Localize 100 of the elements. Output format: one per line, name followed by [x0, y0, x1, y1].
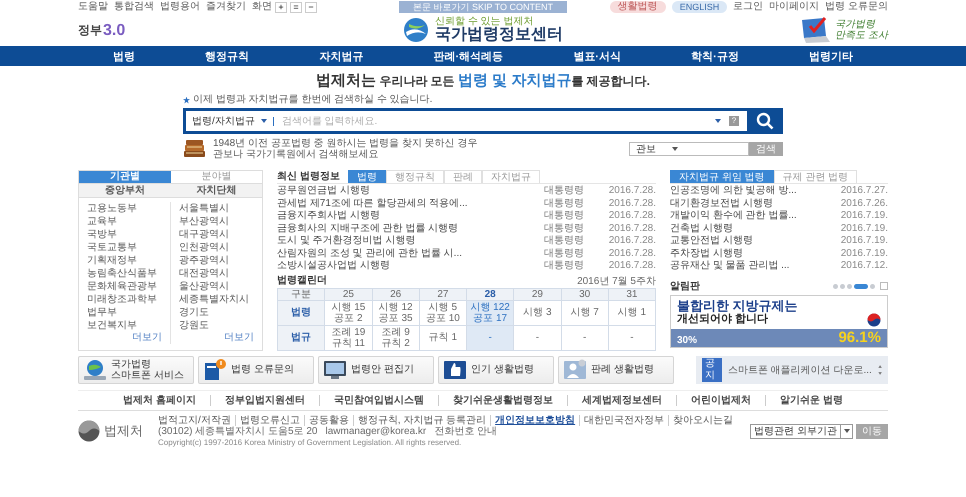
nav-item[interactable]: 행정규칙	[205, 48, 250, 64]
organization-link[interactable]: 인천광역시	[179, 241, 254, 254]
calendar-cell[interactable]: -	[561, 325, 608, 350]
tab[interactable]: 법령	[348, 170, 386, 183]
calendar-cell[interactable]: 시행 1	[608, 300, 656, 325]
calendar-cell[interactable]: -	[514, 325, 561, 350]
organization-link[interactable]: 농림축산식품부	[87, 267, 162, 280]
phone-link[interactable]: 전화번호 안내	[434, 426, 498, 438]
zoom-button[interactable]: =	[290, 2, 302, 12]
law-link[interactable]: 공무원연금법 시행령	[277, 185, 544, 198]
page-dot[interactable]	[847, 284, 852, 288]
top-link[interactable]: 법령용어	[160, 1, 200, 13]
law-link[interactable]: 교통안전법 시행령	[670, 235, 830, 248]
footer-link[interactable]: 공동활용	[304, 414, 353, 426]
site-select[interactable]: 법령관련 외부기관	[750, 424, 853, 438]
quick-link-button[interactable]: 국가법령 스마트폰 서비스	[78, 356, 194, 384]
calendar-cell[interactable]: 시행 3	[514, 300, 561, 325]
notice-link[interactable]: 스마트폰 애플리케이션 다운로...	[728, 362, 872, 376]
top-link[interactable]: 생활법령	[610, 1, 666, 13]
page-dot[interactable]	[840, 284, 845, 288]
search-button[interactable]	[747, 108, 783, 134]
panel-tab[interactable]: 기관별	[79, 171, 170, 184]
footer-link[interactable]: 개인정보보호방침	[490, 414, 580, 426]
calendar-cell[interactable]: -	[466, 325, 514, 350]
law-link[interactable]: 관세법 제71조에 따른 할당관세의 적용에...	[277, 198, 544, 210]
footer-link[interactable]: 대한민국전자정부	[579, 414, 668, 426]
law-link[interactable]: 주차장법 시행령	[670, 248, 830, 260]
top-link[interactable]: 로그인	[733, 1, 764, 13]
organization-link[interactable]: 국방부	[87, 228, 162, 241]
quick-link-button[interactable]: 판례 생활법령	[558, 356, 674, 384]
top-link[interactable]: 통합검색	[114, 1, 154, 13]
more-link[interactable]: 더보기	[132, 332, 162, 344]
source-select[interactable]: 관보	[629, 142, 749, 156]
organization-link[interactable]: 국토교통부	[87, 241, 162, 254]
law-link[interactable]: 공유재산 및 물품 관리법 ...	[670, 260, 830, 272]
law-link[interactable]: 도시 및 주거환경정비법 시행령	[277, 235, 544, 248]
top-link[interactable]: ENGLISH	[672, 1, 728, 13]
footer-link[interactable]: 법령오류신고	[234, 414, 304, 426]
footer-link[interactable]: 행정규칙, 자치법규 등록관리	[352, 414, 490, 426]
related-site-link[interactable]: 법제처 홈페이지	[109, 394, 210, 406]
law-link[interactable]: 금융회사의 지배구조에 관한 법률 시행령	[277, 222, 544, 235]
law-link[interactable]: 금융지주회사법 시행령	[277, 210, 544, 222]
related-site-link[interactable]: 국민참여입법시스템	[319, 394, 438, 406]
top-link[interactable]: 마이페이지	[769, 1, 820, 13]
top-link[interactable]: 즐겨찾기	[206, 1, 246, 13]
organization-link[interactable]: 문화체육관광부	[87, 280, 162, 293]
organization-link[interactable]: 울산광역시	[179, 280, 254, 293]
organization-link[interactable]: 서울특별시	[179, 202, 254, 215]
law-link[interactable]: 산림자원의 조성 및 관리에 관한 법률 시...	[277, 248, 544, 260]
nav-item[interactable]: 별표·서식	[573, 48, 621, 64]
organization-link[interactable]: 부산광역시	[179, 215, 254, 228]
calendar-cell[interactable]: 시행 7	[561, 300, 608, 325]
related-site-link[interactable]: 알기쉬운 법령	[765, 394, 857, 406]
nav-item[interactable]: 법령기타	[808, 48, 853, 64]
law-link[interactable]: 개발이익 환수에 관한 법률...	[670, 210, 830, 222]
search-field[interactable]: 법령/자치법규 검색어를 입력하세요. ?	[183, 108, 783, 134]
law-link[interactable]: 건축법 시행령	[670, 222, 830, 235]
top-link[interactable]: 법령 오류문의	[825, 1, 888, 13]
organization-link[interactable]: 광주광역시	[179, 254, 254, 267]
organization-link[interactable]: 미래창조과학부	[87, 293, 162, 306]
nav-item[interactable]: 자치법규	[319, 48, 364, 64]
organization-link[interactable]: 법무부	[87, 306, 162, 319]
related-site-link[interactable]: 정부입법지원센터	[210, 394, 319, 406]
organization-link[interactable]: 교육부	[87, 215, 162, 228]
organization-link[interactable]: 보건복지부	[87, 319, 162, 332]
banner[interactable]: 불합리한 지방규제는 개선되어야 합니다 30% 96.1%	[670, 294, 888, 348]
survey-text[interactable]: 만족도 조사	[835, 30, 888, 41]
calendar-cell[interactable]: 시행 15 공포 2	[324, 300, 372, 325]
related-site-link[interactable]: 세계법제정보센터	[567, 394, 676, 406]
nav-item[interactable]: 학칙·규정	[691, 48, 739, 64]
law-link[interactable]: 인공조명에 의한 빛공해 방...	[670, 185, 830, 198]
calendar-cell[interactable]: -	[608, 325, 656, 350]
zoom-button[interactable]: −	[305, 2, 317, 12]
organization-link[interactable]: 경기도	[179, 306, 254, 319]
pause-button[interactable]	[880, 282, 888, 290]
more-link[interactable]: 더보기	[224, 332, 254, 344]
organization-link[interactable]: 대구광역시	[179, 228, 254, 241]
page-dot[interactable]	[870, 284, 875, 288]
zoom-button[interactable]: +	[275, 2, 287, 12]
quick-link-button[interactable]: 법령안 편집기	[318, 356, 434, 384]
organization-link[interactable]: 세종특별자치시	[179, 293, 254, 306]
organization-link[interactable]: 대전광역시	[179, 267, 254, 280]
related-site-link[interactable]: 어린이법제처	[676, 394, 765, 406]
quick-link-button[interactable]: 인기 생활법령	[438, 356, 554, 384]
law-link[interactable]: 소방시설공사업법 시행령	[277, 260, 544, 272]
nav-item[interactable]: 법령	[113, 48, 136, 64]
quick-link-button[interactable]: 법령 오류문의	[198, 356, 314, 384]
calendar-cell[interactable]: 시행 122 공포 17	[466, 300, 514, 325]
top-link[interactable]: 도움말	[78, 1, 108, 13]
organization-link[interactable]: 기획재정부	[87, 254, 162, 267]
footer-link[interactable]: 법적고지/저작권	[158, 414, 235, 426]
law-link[interactable]: 대기환경보전법 시행령	[670, 198, 830, 210]
calendar-cell[interactable]: 시행 12 공포 35	[372, 300, 420, 325]
survey-text[interactable]: 국가법령	[835, 19, 888, 30]
calendar-cell[interactable]: 조례 19 규칙 11	[324, 325, 372, 350]
nav-item[interactable]: 판례·해석례등	[433, 48, 504, 64]
organization-link[interactable]: 강원도	[179, 319, 254, 332]
calendar-cell[interactable]: 조례 9 규칙 2	[372, 325, 420, 350]
organization-link[interactable]: 고용노동부	[87, 202, 162, 215]
tab[interactable]: 자치법규 위임 법령	[670, 170, 774, 183]
